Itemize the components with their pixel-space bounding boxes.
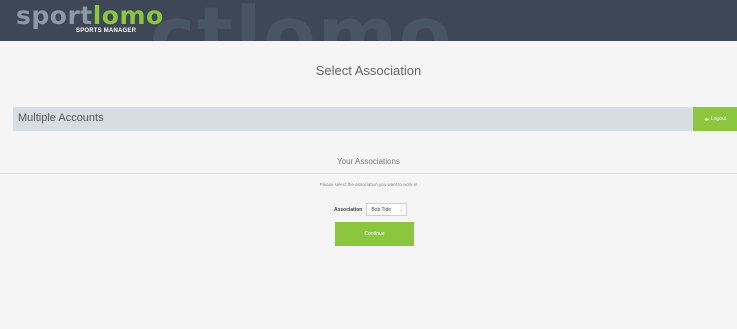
association-selected-value: Bob Tide	[371, 206, 392, 213]
association-select[interactable]: Bob Tide ⌄	[366, 203, 408, 216]
section-title: Your Associations	[337, 157, 400, 166]
association-field: Association Bob Tide ⌄	[334, 203, 408, 216]
top-header: ctlomo sportlomo SPORTS MANAGER	[0, 0, 737, 41]
accounts-bar-label: Multiple Accounts	[18, 112, 104, 124]
logo-text-lomo: lomo	[92, 1, 164, 30]
association-label: Association	[334, 206, 363, 213]
accounts-bar: Multiple Accounts	[13, 107, 693, 131]
sportlomo-logo: sportlomo SPORTS MANAGER	[16, 2, 164, 40]
logo-text-sport: sport	[16, 1, 93, 30]
section-divider	[0, 173, 737, 174]
logo-subtitle: SPORTS MANAGER	[76, 28, 137, 34]
chevron-down-icon: ⌄	[399, 206, 404, 213]
help-text: Please select the association you want t…	[319, 182, 418, 187]
continue-button[interactable]: Continue	[335, 222, 414, 246]
logout-label: Logout	[710, 116, 727, 122]
header-watermark: ctlomo	[150, 0, 453, 41]
logout-arrow-icon	[704, 117, 709, 121]
page-title: Select Association	[315, 63, 422, 78]
logout-button[interactable]: Logout	[693, 107, 737, 131]
